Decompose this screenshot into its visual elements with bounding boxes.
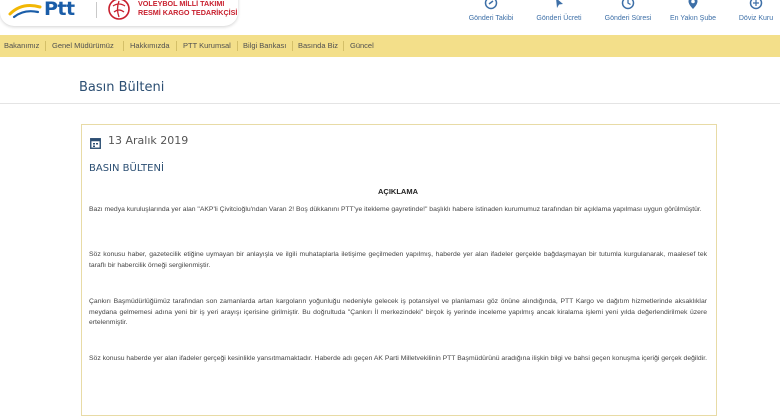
volleyball-emblem-icon	[108, 0, 130, 20]
site-header: Ptt VOLEYBOL MİLLİ TAKIMI RESMİ KARGO TE…	[0, 0, 780, 34]
logo-area[interactable]: Ptt VOLEYBOL MİLLİ TAKIMI RESMİ KARGO TE…	[0, 0, 238, 26]
menu-separator	[292, 41, 293, 51]
page-title: Basın Bülteni	[79, 80, 165, 95]
partner-line-2: RESMİ KARGO TEDARİKÇİSİ	[138, 8, 238, 17]
menu-separator	[237, 41, 238, 51]
quick-link-label: Döviz Kuru	[738, 15, 774, 22]
menu-item-basinda-biz[interactable]: Basında Biz	[298, 35, 338, 57]
menu-separator	[176, 41, 177, 51]
quick-link-label: En Yakın Şube	[669, 15, 717, 22]
article-title: BASIN BÜLTENİ	[89, 163, 164, 174]
article-paragraph-3: Çankırı Başmüdürlüğümüz tarafından son z…	[89, 298, 707, 326]
menu-item-genel-mudurumuz[interactable]: Genel Müdürümüz	[52, 35, 114, 57]
menu-separator	[123, 41, 124, 51]
clock-icon	[621, 0, 635, 10]
quick-links: Gönderi Takibi Gönderi Ücreti Gönderi Sü…	[440, 0, 780, 34]
partner-text: VOLEYBOL MİLLİ TAKIMI RESMİ KARGO TEDARİ…	[138, 0, 237, 17]
article-date: 13 Aralık 2019	[108, 134, 189, 147]
menu-item-guncel[interactable]: Güncel	[350, 35, 374, 57]
menu-item-ptt-kurumsal[interactable]: PTT Kurumsal	[183, 35, 231, 57]
cursor-icon	[556, 0, 563, 8]
menu-separator	[45, 41, 46, 51]
partner-line-1: VOLEYBOL MİLLİ TAKIMI	[138, 0, 225, 8]
quick-link-branch[interactable]: En Yakın Şube	[666, 0, 720, 34]
quick-link-tracking[interactable]: Gönderi Takibi	[464, 0, 518, 34]
quick-link-label: Gönderi Ücreti	[536, 15, 582, 22]
currency-icon	[749, 0, 763, 10]
menu-item-bakanimiz[interactable]: Bakanımız	[4, 35, 39, 57]
article-heading: AÇIKLAMA	[378, 187, 418, 196]
article-paragraph-1: Bazı medya kuruluşlarında yer alan "AKP'…	[89, 206, 702, 213]
quick-link-price[interactable]: Gönderi Ücreti	[532, 0, 586, 34]
quick-link-label: Gönderi Süresi	[604, 15, 652, 22]
menu-item-bilgi-bankasi[interactable]: Bilgi Bankası	[243, 35, 286, 57]
quick-link-currency[interactable]: Döviz Kuru	[732, 0, 780, 34]
tracking-icon	[484, 0, 498, 10]
map-pin-icon	[688, 0, 698, 9]
brand-name: Ptt	[44, 0, 75, 20]
menu-item-hakkimizda[interactable]: Hakkımızda	[130, 35, 170, 57]
quick-link-duration[interactable]: Gönderi Süresi	[600, 0, 656, 34]
logo-divider	[96, 2, 97, 18]
calendar-icon	[90, 138, 101, 149]
article-paragraph-2: Söz konusu haber, gazetecilik etiğine uy…	[89, 251, 707, 269]
menu-separator	[343, 41, 344, 51]
article-paragraph-4: Söz konusu haberde yer alan ifadeler ger…	[89, 355, 707, 362]
quick-link-label: Gönderi Takibi	[468, 15, 514, 22]
main-menu: Bakanımız Genel Müdürümüz Hakkımızda PTT…	[0, 35, 780, 57]
